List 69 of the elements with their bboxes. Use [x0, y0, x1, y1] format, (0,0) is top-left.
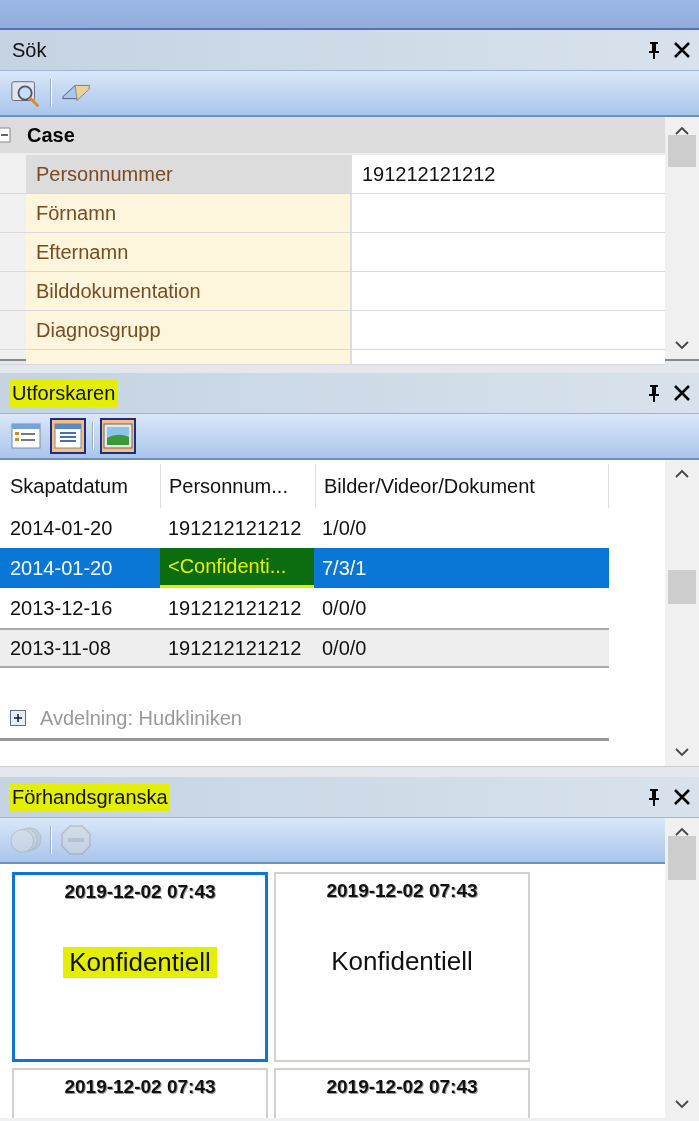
chevron-up-icon[interactable] — [674, 826, 690, 836]
thumbnail-date: 2019-12-02 07:43 — [326, 1076, 478, 1098]
expand-icon[interactable] — [10, 710, 26, 726]
picture-icon — [103, 423, 133, 449]
view-toggle-button[interactable] — [50, 418, 86, 454]
column-header[interactable]: Skapatdatum — [0, 464, 161, 508]
pin-icon[interactable] — [647, 41, 661, 59]
thumbnail-card[interactable]: 2019-12-02 07:43 — [274, 1068, 530, 1118]
scrollbar[interactable] — [665, 117, 699, 359]
thumbnail-card[interactable]: 2019-12-02 07:43 — [12, 1068, 268, 1118]
scrollbar-thumb[interactable] — [668, 836, 696, 880]
table-cell-text: 2014-01-20 — [9, 515, 114, 541]
property-category[interactable]: Case — [0, 117, 665, 155]
table-cell-text: 2013-12-16 — [9, 595, 114, 621]
panel-title: Förhandsgranska — [10, 783, 170, 811]
column-header[interactable]: Personnum... — [161, 464, 316, 508]
scrollbar[interactable] — [665, 460, 699, 766]
pin-icon[interactable] — [647, 788, 661, 806]
thumbnail-label: Konfidentiell — [330, 946, 474, 977]
table-cell: <Confidenti... — [160, 548, 314, 588]
column-header[interactable]: Bilder/Videor/Dokument — [316, 464, 609, 508]
chevron-up-icon[interactable] — [674, 468, 690, 478]
thumbnail-date: 2019-12-02 07:43 — [64, 881, 216, 903]
property-label[interactable]: Bilddokumentation — [26, 272, 352, 310]
table-row[interactable]: 2013-12-16 191212121212 0/0/0 — [0, 588, 609, 628]
table-cell-text: 0/0/0 — [321, 635, 368, 661]
chevron-down-icon[interactable] — [674, 748, 690, 758]
scrollbar-thumb[interactable] — [668, 135, 696, 167]
collapse-icon[interactable] — [0, 127, 11, 143]
close-icon[interactable] — [673, 788, 691, 806]
property-label[interactable]: Personnummer — [26, 155, 352, 193]
table-cell-text: 191212121212 — [167, 595, 303, 621]
table-cell-text: 2014-01-20 — [9, 555, 114, 581]
property-label[interactable]: Efternamn — [26, 233, 352, 271]
panel-title: Utforskaren — [10, 379, 118, 407]
table-cell-text: 191212121212 — [167, 635, 303, 661]
thumbnail-date: 2019-12-02 07:43 — [64, 1076, 216, 1098]
view-toggle-button[interactable] — [100, 418, 136, 454]
scrollbar-thumb[interactable] — [668, 570, 696, 604]
property-label[interactable]: Diagnosgrupp — [26, 311, 352, 349]
table-row[interactable]: 2013-11-08 191212121212 0/0/0 — [0, 628, 609, 668]
chevron-down-icon[interactable] — [674, 1100, 690, 1110]
close-icon[interactable] — [673, 384, 691, 402]
table-cell-text: 191212121212 — [167, 515, 303, 541]
table-row[interactable]: 2014-01-20 <Confidenti... 7/3/1 — [0, 548, 609, 588]
property-value-field[interactable] — [352, 272, 665, 310]
chevron-down-icon[interactable] — [674, 341, 690, 351]
chevron-up-icon[interactable] — [674, 125, 690, 135]
property-value-field[interactable] — [352, 350, 665, 364]
list-view-icon — [53, 423, 83, 449]
property-value-field[interactable] — [352, 194, 665, 232]
table-cell-text: 0/0/0 — [321, 595, 368, 621]
property-value-field[interactable] — [352, 311, 665, 349]
table-row[interactable]: 2014-01-20 191212121212 1/0/0 — [0, 508, 609, 548]
property-value-field[interactable] — [352, 233, 665, 271]
pin-icon[interactable] — [647, 384, 661, 402]
scrollbar[interactable] — [665, 818, 699, 1118]
property-value-field[interactable]: 191212121212 — [352, 155, 665, 193]
thumbnail-card[interactable]: 2019-12-02 07:43 Konfidentiell — [274, 872, 530, 1062]
close-icon[interactable] — [673, 41, 691, 59]
table-cell-text: 2013-11-08 — [9, 635, 112, 661]
panel-title: Sök — [11, 37, 48, 63]
property-label[interactable]: Förnamn — [26, 194, 352, 232]
thumbnail-card[interactable]: 2019-12-02 07:43 Konfidentiell — [12, 872, 268, 1062]
table-cell-text: 7/3/1 — [321, 555, 368, 581]
thumbnail-date: 2019-12-02 07:43 — [326, 880, 478, 902]
group-label: Avdelning: Hudkliniken — [40, 706, 242, 730]
thumbnail-label: Konfidentiell — [63, 947, 217, 978]
table-cell-text: 1/0/0 — [321, 515, 368, 541]
